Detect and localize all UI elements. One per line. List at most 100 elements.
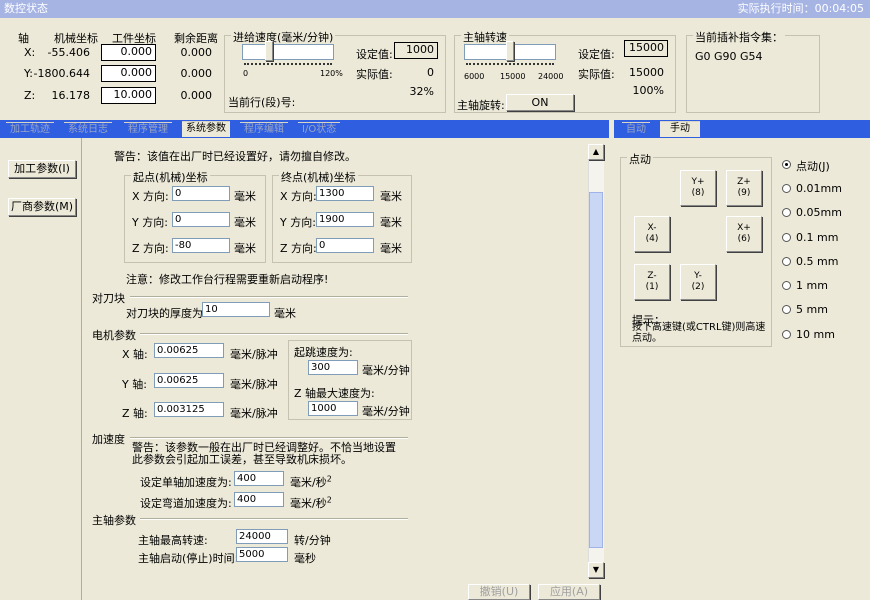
tab-system-log[interactable]: 系统日志 — [64, 122, 112, 136]
motor-y-input[interactable]: 0.00625 — [154, 373, 224, 388]
axis-z-machine: 16.178 — [51, 89, 91, 102]
jump-speed-unit: 毫米/分钟 — [362, 364, 410, 377]
jog-xminus-button[interactable]: X- (4) — [634, 216, 670, 252]
spindle-max-input[interactable]: 24000 — [236, 529, 288, 544]
start-x-input[interactable]: 0 — [172, 186, 230, 201]
current-line-label: 当前行(段)号: — [228, 96, 296, 109]
tab-manual[interactable]: 手动 — [660, 121, 700, 137]
accel-title: 加速度 — [92, 433, 125, 446]
feed-set-value[interactable]: 1000 — [394, 42, 438, 59]
machining-params-button[interactable]: 加工参数(I) — [8, 160, 76, 178]
tool-block-title: 对刀块 — [92, 292, 125, 305]
jog-zminus-button[interactable]: Z- (1) — [634, 264, 670, 300]
step-option-label: 5 mm — [796, 303, 828, 316]
step-option-label: 10 mm — [796, 328, 835, 341]
spindle-rotate-label: 主轴旋转: — [457, 99, 505, 112]
motor-z-input[interactable]: 0.003125 — [154, 402, 224, 417]
spindle-tick-2: 15000 — [500, 72, 526, 81]
feed-max-label: 120% — [320, 69, 343, 78]
step-option-0.01[interactable]: 0.01mm — [782, 182, 862, 196]
zmax-speed-input[interactable]: 1000 — [308, 401, 358, 416]
spindle-set-value[interactable]: 15000 — [624, 40, 668, 57]
motor-x-input[interactable]: 0.00625 — [154, 343, 224, 358]
end-z-input[interactable]: 0 — [316, 238, 374, 253]
axis-z-work[interactable]: 10.000 — [101, 87, 156, 104]
step-option-0.1[interactable]: 0.1 mm — [782, 231, 862, 245]
motor-title: 电机参数 — [92, 329, 136, 342]
accel-sep — [130, 437, 408, 439]
spindle-tick-3: 24000 — [538, 72, 564, 81]
interp-value: G0 G90 G54 — [695, 50, 763, 63]
spindle-on-button[interactable]: ON — [506, 94, 574, 111]
runtime-label: 实际执行时间：00:04:05 — [737, 2, 864, 15]
accel-single-label: 设定单轴加速度为: — [140, 476, 232, 489]
tab-program-edit[interactable]: 程序编辑 — [240, 122, 288, 136]
end-y-label: Y 方向: — [280, 216, 316, 229]
jog-zplus-button[interactable]: Z+ (9) — [726, 170, 762, 206]
jog-xplus-button[interactable]: X+ (6) — [726, 216, 762, 252]
cancel-button[interactable]: 撤销(U) — [468, 584, 530, 600]
end-y-input[interactable]: 1900 — [316, 212, 374, 227]
spindle-actual-label: 实际值: — [578, 68, 615, 81]
tool-block-sep — [130, 296, 408, 298]
axis-x-work[interactable]: 0.000 — [101, 44, 156, 61]
radio-icon — [782, 330, 791, 339]
start-y-input[interactable]: 0 — [172, 212, 230, 227]
step-option-1[interactable]: 1 mm — [782, 279, 862, 293]
end-x-unit: 毫米 — [380, 190, 402, 203]
accel-single-unit: 毫米/秒2 — [290, 474, 332, 490]
jog-zplus-label: Z+ — [737, 177, 751, 187]
feed-speed-title: 进给速度(毫米/分钟) — [231, 29, 336, 45]
feed-actual-value: 0 — [427, 66, 434, 79]
end-x-label: X 方向: — [280, 190, 317, 203]
radio-icon — [782, 184, 791, 193]
tab-program-manage[interactable]: 程序管理 — [124, 122, 172, 136]
step-option-0.05[interactable]: 0.05mm — [782, 206, 862, 220]
step-option-jog[interactable]: 点动(J) — [782, 158, 862, 173]
scroll-up-button[interactable]: ▲ — [588, 144, 604, 160]
axis-y-work[interactable]: 0.000 — [101, 65, 156, 82]
jump-speed-label: 起跳速度为: — [294, 346, 353, 359]
spindle-delay-input[interactable]: 5000 — [236, 547, 288, 562]
spindle-param-sep — [140, 518, 408, 520]
step-option-10[interactable]: 10 mm — [782, 328, 862, 342]
jog-yplus-button[interactable]: Y+ (8) — [680, 170, 716, 206]
jog-yminus-key: (2) — [691, 282, 705, 292]
motor-y-label: Y 轴: — [122, 378, 147, 391]
tool-block-input[interactable]: 10 — [202, 302, 270, 317]
radio-icon — [782, 281, 791, 290]
tab-auto[interactable]: 自动 — [622, 122, 650, 136]
step-option-label: 0.1 mm — [796, 231, 839, 244]
axis-y-machine: -1800.644 — [33, 67, 90, 80]
step-option-0.5[interactable]: 0.5 mm — [782, 255, 862, 269]
jog-zminus-label: Z- — [647, 271, 657, 281]
accel-curve-input[interactable]: 400 — [234, 492, 284, 507]
vendor-params-button[interactable]: 厂商参数(M) — [8, 198, 76, 216]
step-option-5[interactable]: 5 mm — [782, 303, 862, 317]
tab-system-params[interactable]: 系统参数 — [182, 121, 230, 137]
end-x-input[interactable]: 1300 — [316, 186, 374, 201]
feed-slider-thumb[interactable] — [264, 41, 273, 61]
accel-curve-sup: 2 — [326, 495, 332, 505]
apply-button[interactable]: 应用(A) — [538, 584, 600, 600]
scroll-thumb[interactable] — [589, 192, 603, 548]
jog-yminus-button[interactable]: Y- (2) — [680, 264, 716, 300]
spindle-max-label: 主轴最高转速: — [138, 534, 208, 547]
accel-single-input[interactable]: 400 — [234, 471, 284, 486]
jog-yplus-label: Y+ — [691, 177, 705, 187]
tab-io-status[interactable]: I/O状态 — [298, 122, 341, 136]
start-z-input[interactable]: -80 — [172, 238, 230, 253]
jump-speed-input[interactable]: 300 — [308, 360, 358, 375]
jog-xminus-key: (4) — [645, 234, 659, 244]
start-coord-title: 起点(机械)坐标 — [131, 169, 210, 185]
accel-single-sup: 2 — [326, 474, 332, 484]
step-option-label: 1 mm — [796, 279, 828, 292]
tool-block-unit: 毫米 — [274, 307, 296, 320]
right-tab-bar: 自动 手动 — [614, 120, 870, 138]
feed-slider-track[interactable] — [242, 44, 334, 60]
scroll-down-button[interactable]: ▼ — [588, 562, 604, 578]
accel-single-unit-text: 毫米/秒 — [290, 476, 327, 489]
spindle-slider-thumb[interactable] — [506, 41, 514, 61]
tab-machining-path[interactable]: 加工轨迹 — [6, 122, 54, 136]
axis-header: 轴 — [18, 32, 29, 45]
